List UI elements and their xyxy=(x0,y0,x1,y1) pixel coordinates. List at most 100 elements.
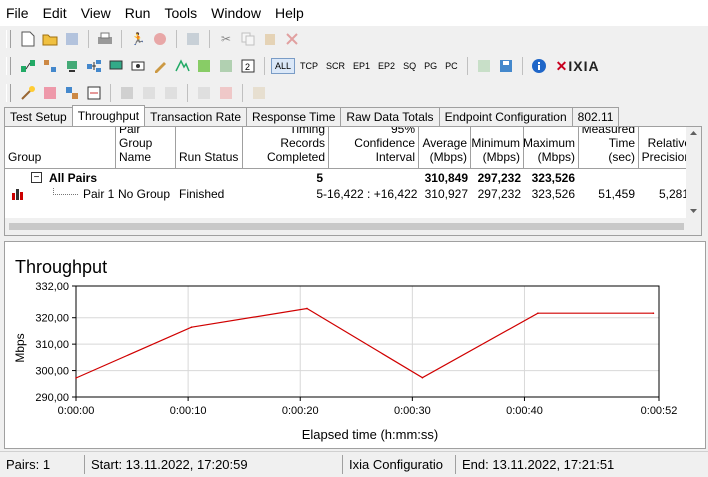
all-pairs-average: 310,849 xyxy=(424,171,468,185)
group-icon[interactable]: 2 xyxy=(239,57,257,75)
x-tick-label: 0:00:40 xyxy=(506,405,543,417)
filter-pc-button[interactable]: PC xyxy=(442,59,461,73)
toolbar-separator xyxy=(264,57,265,75)
collapse-icon[interactable] xyxy=(162,84,180,102)
pair-1-measured-time: 51,459 xyxy=(598,187,635,201)
expand-icon[interactable] xyxy=(140,84,158,102)
menu-tools[interactable]: Tools xyxy=(158,0,205,26)
paste-icon[interactable] xyxy=(261,30,279,48)
edit-icon[interactable] xyxy=(151,57,169,75)
delete-icon[interactable] xyxy=(283,30,301,48)
col-average[interactable]: Average (Mbps) xyxy=(419,127,471,168)
network-icon[interactable] xyxy=(85,57,103,75)
y-axis-ticks: 290,00 300,00 310,00 320,00 332,00 xyxy=(35,281,76,404)
filter-ep2-button[interactable]: EP2 xyxy=(375,59,398,73)
menu-run[interactable]: Run xyxy=(119,0,159,26)
menu-file[interactable]: File xyxy=(0,0,37,26)
y-tick-label: 310,00 xyxy=(35,339,69,351)
col-run-status[interactable]: Run Status xyxy=(176,127,243,168)
tab-test-setup[interactable]: Test Setup xyxy=(4,107,73,126)
pair-1-minimum: 297,232 xyxy=(477,187,521,201)
layout-icon[interactable] xyxy=(118,84,136,102)
video-icon[interactable] xyxy=(129,57,147,75)
tab-endpoint-configuration[interactable]: Endpoint Configuration xyxy=(438,107,573,126)
tree-connector xyxy=(53,188,78,195)
filter-all-button[interactable]: ALL xyxy=(271,58,296,74)
col-confidence-interval[interactable]: 95% Confidence Interval xyxy=(329,127,419,168)
data-point xyxy=(190,326,193,329)
col-measured-time[interactable]: Measured Time (sec) xyxy=(579,127,639,168)
filter-scr-button[interactable]: SCR xyxy=(323,59,348,73)
filter-tcp-button[interactable]: TCP xyxy=(297,59,321,73)
results-tabs: Test Setup Throughput Transaction Rate R… xyxy=(4,105,620,126)
menu-view[interactable]: View xyxy=(75,0,119,26)
monitor-icon[interactable] xyxy=(107,57,125,75)
horizontal-scrollbar[interactable] xyxy=(5,218,701,235)
replicate-icon[interactable] xyxy=(217,57,235,75)
script-icon[interactable] xyxy=(173,57,191,75)
puzzle-icon[interactable] xyxy=(63,84,81,102)
toolbar-grip[interactable] xyxy=(6,57,11,75)
tab-raw-data-totals[interactable]: Raw Data Totals xyxy=(340,107,440,126)
new-file-icon[interactable] xyxy=(19,30,37,48)
ixia-logo: ✕IXIA xyxy=(555,57,600,74)
all-pairs-records: 5 xyxy=(316,171,323,185)
menu-help[interactable]: Help xyxy=(269,0,312,26)
throughput-chart-panel: Throughput 290,00 300,00 310,00 320,00 332,0… xyxy=(4,241,706,449)
toolbar-separator xyxy=(209,30,210,48)
compare-icon[interactable] xyxy=(85,84,103,102)
save-icon[interactable] xyxy=(63,30,81,48)
toolbar-separator xyxy=(110,84,111,102)
info-icon[interactable] xyxy=(530,57,548,75)
filter-sq-button[interactable]: SQ xyxy=(400,59,419,73)
throughput-chart: Throughput 290,00 300,00 310,00 320,00 332,0… xyxy=(13,257,677,442)
link-icon[interactable] xyxy=(195,84,213,102)
print-icon[interactable] xyxy=(96,30,114,48)
wizard-icon[interactable] xyxy=(19,84,37,102)
col-maximum[interactable]: Maximum (Mbps) xyxy=(523,127,579,168)
col-pair-group-name[interactable]: Pair Group Name xyxy=(116,127,176,168)
export-icon[interactable] xyxy=(475,57,493,75)
tab-response-time[interactable]: Response Time xyxy=(246,107,342,126)
toolbar-separator xyxy=(521,57,523,75)
filter-pg-button[interactable]: PG xyxy=(421,59,440,73)
toolbar-separator xyxy=(176,30,177,48)
copy-icon[interactable] xyxy=(239,30,257,48)
report-icon[interactable] xyxy=(250,84,268,102)
tab-802-11[interactable]: 802.11 xyxy=(571,107,620,126)
toolbar-grip[interactable] xyxy=(6,84,11,102)
refresh-icon[interactable] xyxy=(184,30,202,48)
tab-throughput[interactable]: Throughput xyxy=(71,105,146,126)
chart-grid xyxy=(76,286,659,397)
traffic-icon[interactable] xyxy=(195,57,213,75)
scroll-thumb[interactable] xyxy=(9,223,684,230)
menu-edit[interactable]: Edit xyxy=(37,0,75,26)
add-pair-icon[interactable] xyxy=(19,57,37,75)
scroll-arrows-icon xyxy=(690,131,697,213)
pair-1-maximum: 323,526 xyxy=(531,187,575,201)
save-results-icon[interactable] xyxy=(497,57,515,75)
col-group[interactable]: Group xyxy=(5,127,116,168)
col-minimum[interactable]: Minimum (Mbps) xyxy=(471,127,524,168)
status-bar: Pairs: 1 Start: 13.11.2022, 17:20:59 Ixi… xyxy=(0,451,708,477)
grid-header: Group Pair Group Name Run Status Timing … xyxy=(5,127,695,169)
menu-bar: File Edit View Run Tools Window Help xyxy=(0,0,708,26)
add-multicast-icon[interactable] xyxy=(41,57,59,75)
filter-ep1-button[interactable]: EP1 xyxy=(350,59,373,73)
vertical-scrollbar[interactable] xyxy=(686,127,701,220)
toolbar-grip[interactable] xyxy=(6,30,11,48)
tab-transaction-rate[interactable]: Transaction Rate xyxy=(144,107,248,126)
pair-1-records: 5 xyxy=(316,187,323,201)
menu-window[interactable]: Window xyxy=(205,0,269,26)
stop-icon[interactable] xyxy=(151,30,169,48)
run-icon[interactable]: 🏃 xyxy=(129,30,147,48)
collapse-toggle-icon[interactable]: − xyxy=(31,172,42,183)
cut-icon[interactable]: ✂ xyxy=(217,30,235,48)
unlink-icon[interactable] xyxy=(217,84,235,102)
col-timing-records[interactable]: Timing Records Completed xyxy=(243,127,329,168)
open-folder-icon[interactable] xyxy=(41,30,59,48)
results-grid: Group Pair Group Name Run Status Timing … xyxy=(4,126,702,236)
data-point xyxy=(306,307,308,310)
add-endpoint-icon[interactable] xyxy=(63,57,81,75)
tools-icon[interactable] xyxy=(41,84,59,102)
